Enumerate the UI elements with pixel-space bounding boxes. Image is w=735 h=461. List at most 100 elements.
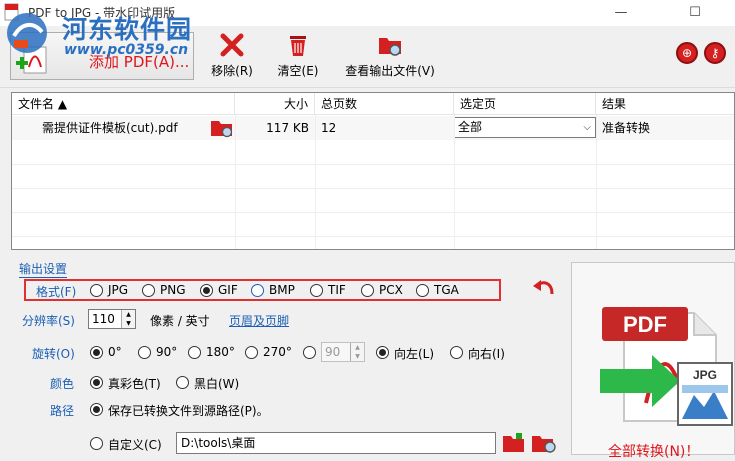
format-radio-gif[interactable] [200,284,213,297]
format-option-png: PNG [160,283,186,297]
column-header-pages[interactable]: 总页数 [315,93,454,115]
path-radio-custom[interactable] [90,437,103,450]
rotation-direction-right-radio[interactable] [450,346,463,359]
row-divider [12,212,734,213]
rotation-option-270: 270° [263,345,292,359]
window-title: PDF to JPG - 带水印试用版 [28,6,176,20]
column-header-selection[interactable]: 选定页 [454,93,596,115]
file-result: 准备转换 [602,121,651,135]
color-option-truecolor: 真彩色(T) [108,377,161,391]
row-divider [12,188,734,189]
page-selection-value: 全部 [458,120,483,134]
folder-search-icon[interactable] [531,432,557,454]
output-settings-title: 输出设置 [19,262,68,278]
page-selection-dropdown[interactable]: 全部 ⌵ [454,117,596,138]
column-divider [235,115,236,249]
folder-open-icon[interactable] [502,432,526,454]
rotation-radio-custom[interactable] [303,346,316,359]
app-icon [4,3,19,21]
rotation-direction-left: 向左(L) [394,347,435,361]
format-radio-pcx[interactable] [361,284,374,297]
path-option-source: 保存已转换文件到源路径(P)。 [108,404,269,418]
convert-all-button[interactable]: PDF JPG 全部转换(N)！ [571,262,735,460]
close-icon [220,33,244,57]
table-row[interactable]: 需提供证件模板(cut).pdf 117 KB 12 全部 ⌵ 准备转换 [12,116,734,140]
chevron-down-icon: ⌵ [583,122,591,133]
resolution-unit: 像素 / 英寸 [150,314,210,328]
pdf-badge-text: PDF [623,312,667,337]
column-divider [454,115,455,249]
rotation-radio-90[interactable] [138,346,151,359]
row-divider [12,236,734,237]
path-radio-source[interactable] [90,403,103,416]
view-output-button[interactable]: 查看输出文件(V) [340,32,440,82]
remove-button[interactable]: 移除(R) [206,32,258,82]
format-radio-tif[interactable] [310,284,323,297]
rotation-custom-value: 90 [325,345,341,359]
format-option-tga: TGA [434,283,459,297]
remove-label: 移除(R) [211,64,253,78]
format-radio-jpg[interactable] [90,284,103,297]
rotation-label: 旋转(O) [32,347,75,361]
convert-all-label: 全部转换(N)！ [608,444,700,460]
resolution-label: 分辨率(S) [22,314,75,328]
key-icon: ⚷ [710,46,720,60]
globe-icon: ⊕ [681,46,693,60]
spin-arrows-icon[interactable]: ▲ ▼ [350,343,364,361]
minimize-button[interactable]: — [598,0,644,26]
path-option-custom: 自定义(C) [108,438,162,452]
header-footer-link[interactable]: 页眉及页脚 [229,312,289,329]
rotation-direction-right: 向右(I) [468,347,505,361]
color-option-bw: 黑白(W) [194,377,240,391]
format-option-jpg: JPG [108,283,129,297]
folder-search-icon [379,38,401,56]
rotation-option-0: 0° [108,345,122,359]
key-button[interactable]: ⚷ [704,42,726,64]
rotation-custom-stepper[interactable]: 90 ▲ ▼ [321,342,365,362]
trash-icon [290,36,306,56]
output-settings: 输出设置 格式(F) JPG PNG GIF BMP TIF PCX TGA 分… [10,258,565,455]
web-button[interactable]: ⊕ [676,42,698,64]
file-pages: 12 [321,121,337,135]
spin-arrows-icon[interactable]: ▲ ▼ [121,310,135,328]
add-pdf-label: 添加 PDF(A)... [89,53,190,71]
rotation-option-90: 90° [156,345,178,359]
column-divider [315,115,316,249]
custom-path-value: D:\tools\桌面 [181,436,256,450]
rotation-option-180: 180° [206,345,235,359]
undo-icon[interactable] [532,278,556,298]
folder-search-icon[interactable] [210,118,234,138]
column-header-result[interactable]: 结果 [596,93,734,115]
color-radio-bw[interactable] [176,376,189,389]
format-option-pcx: PCX [379,283,403,297]
resolution-stepper[interactable]: 110 ▲ ▼ [88,309,136,329]
format-label: 格式(F) [36,285,77,299]
add-pdf-icon [16,46,47,74]
column-header-size[interactable]: 大小 [235,93,315,115]
format-option-bmp: BMP [269,283,295,297]
maximize-button[interactable]: ☐ [672,0,718,26]
file-list[interactable]: 文件名 ▲ 大小 总页数 选定页 结果 需提供证件模板(cut).pdf 117… [11,92,735,250]
clear-button[interactable]: 清空(E) [272,32,324,82]
format-radio-bmp[interactable] [251,284,264,297]
rotation-radio-180[interactable] [188,346,201,359]
add-pdf-button[interactable]: 添加 PDF(A)... [10,32,194,80]
format-option-gif: GIF [218,283,238,297]
format-radio-tga[interactable] [416,284,429,297]
jpg-badge-text: JPG [693,368,717,382]
view-output-label: 查看输出文件(V) [345,64,435,78]
row-divider [12,164,734,165]
color-label: 颜色 [50,377,75,391]
rotation-radio-270[interactable] [245,346,258,359]
column-header-name[interactable]: 文件名 ▲ [12,93,235,115]
format-radio-png[interactable] [142,284,155,297]
column-divider [596,115,597,249]
file-size: 117 KB [266,121,309,135]
format-option-tif: TIF [328,283,346,297]
resolution-value: 110 [92,312,115,326]
pdf-to-jpg-icon: PDF JPG [600,307,733,426]
rotation-radio-0[interactable] [90,346,103,359]
rotation-direction-left-radio[interactable] [376,346,389,359]
color-radio-truecolor[interactable] [90,376,103,389]
custom-path-input[interactable]: D:\tools\桌面 [176,432,496,454]
